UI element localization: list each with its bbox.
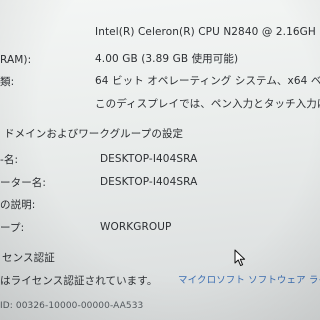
full-computer-name-label: ーター名: bbox=[0, 177, 47, 189]
full-computer-name-value: DESKTOP-I404SRA bbox=[100, 176, 198, 188]
license-terms-link[interactable]: マイクロソフト ソフトウェア ライセンス条 bbox=[178, 275, 320, 287]
system-properties-window: Intel(R) Celeron(R) CPU N2840 @ 2.16GH R… bbox=[0, 0, 320, 320]
activation-status-text: はライセンス認証されています。 bbox=[0, 275, 158, 287]
computer-name-value: DESKTOP-I404SRA bbox=[100, 153, 198, 165]
ram-value: 4.00 GB (3.89 GB 使用可能) bbox=[95, 53, 239, 65]
system-type-value: 64 ビット オペレーティング システム、x64 ベース プ bbox=[95, 75, 320, 87]
activation-section-title: センス認証 bbox=[2, 252, 55, 264]
computer-name-label: -名: bbox=[0, 154, 19, 166]
pen-touch-value: このディスプレイでは、ペン入力とタッチ入力は利 bbox=[95, 98, 320, 110]
workgroup-label: ープ: bbox=[0, 222, 25, 234]
computer-name-section-title: ドメインおよびワークグループの設定 bbox=[4, 128, 184, 140]
ram-label: RAM): bbox=[0, 54, 32, 66]
computer-description-label: の説明: bbox=[0, 199, 36, 211]
product-id: ID: 00326-10000-00000-AA533 bbox=[0, 301, 144, 311]
workgroup-value: WORKGROUP bbox=[100, 221, 172, 233]
mouse-cursor-icon bbox=[234, 249, 246, 267]
system-type-label: 類: bbox=[0, 76, 15, 88]
processor-value: Intel(R) Celeron(R) CPU N2840 @ 2.16GH bbox=[95, 26, 316, 38]
